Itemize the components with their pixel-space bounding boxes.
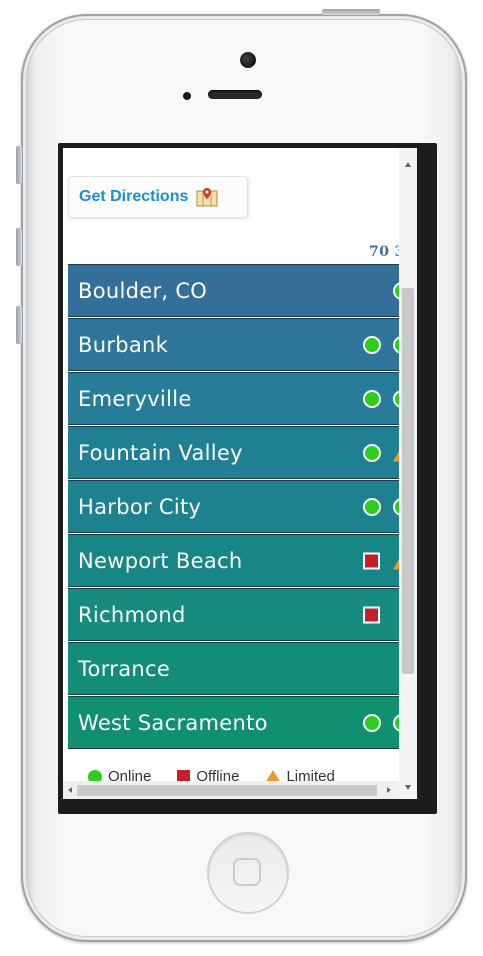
online-circle-icon (363, 497, 381, 516)
location-row[interactable]: Harbor City (68, 480, 417, 533)
power-button (322, 9, 380, 15)
camera-icon (240, 52, 256, 68)
location-name: Richmond (78, 602, 186, 627)
online-circle-icon (363, 713, 381, 732)
location-row[interactable]: Fountain Valley (68, 426, 417, 479)
online-circle-icon (363, 335, 381, 354)
location-name: Torrance (78, 656, 171, 681)
online-circle-icon (363, 443, 381, 462)
horizontal-scrollbar[interactable] (63, 781, 399, 799)
scroll-left-arrow-icon[interactable] (68, 787, 72, 793)
app-viewport: Get Directions 7035 Boulder, COBurbankEm… (63, 148, 417, 799)
location-name: Boulder, CO (78, 278, 208, 303)
count-first: 70 (369, 244, 390, 260)
sensor-icon (183, 92, 191, 100)
scroll-down-arrow-icon[interactable] (405, 785, 411, 790)
scroll-up-arrow-icon[interactable] (405, 162, 411, 167)
location-row[interactable]: Richmond (68, 588, 417, 641)
speaker-grille (208, 90, 262, 99)
location-name: West Sacramento (78, 710, 268, 735)
get-directions-button[interactable]: Get Directions (68, 176, 248, 218)
location-row[interactable]: Emeryville (68, 372, 417, 425)
home-square-icon (233, 858, 261, 886)
location-name: Newport Beach (78, 548, 243, 573)
offline-square-icon (363, 606, 380, 623)
location-name: Fountain Valley (78, 440, 243, 465)
volume-down-button (16, 306, 22, 344)
offline-square-icon (363, 552, 380, 569)
volume-up-button (16, 228, 22, 266)
location-list: Boulder, CO Burbank Emeryville Fountain Val… (68, 264, 417, 750)
location-row[interactable]: Boulder, CO (68, 264, 417, 317)
location-name: Burbank (78, 332, 169, 357)
location-row[interactable]: Burbank (68, 318, 417, 371)
location-row[interactable]: Newport Beach (68, 534, 417, 587)
location-name: Emeryville (78, 386, 192, 411)
horizontal-scroll-thumb[interactable] (77, 785, 377, 796)
get-directions-label: Get Directions (79, 188, 189, 205)
mute-switch (16, 146, 22, 184)
vertical-scroll-thumb[interactable] (402, 288, 414, 674)
location-row[interactable]: West Sacramento (68, 696, 417, 749)
location-name: Harbor City (78, 494, 202, 519)
vertical-scrollbar[interactable] (399, 148, 417, 799)
map-icon (196, 187, 218, 207)
scroll-right-arrow-icon[interactable] (387, 787, 391, 793)
online-circle-icon (363, 389, 381, 408)
location-row[interactable]: Torrance (68, 642, 417, 695)
